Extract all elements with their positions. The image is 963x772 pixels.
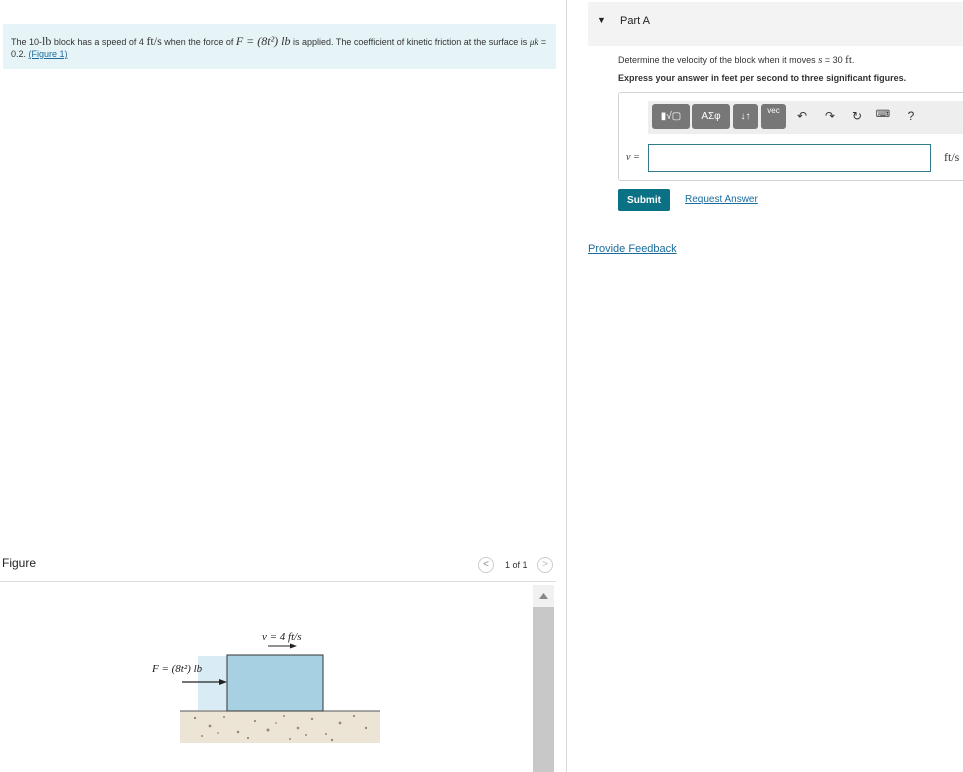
panel-divider bbox=[566, 0, 567, 772]
arrows-button[interactable]: ↓↑ bbox=[733, 104, 758, 129]
velocity-arrowhead bbox=[290, 643, 297, 649]
problem-text: when the force of bbox=[161, 37, 236, 47]
answer-input[interactable] bbox=[648, 144, 931, 172]
velocity-label: v = 4 ft/s bbox=[262, 631, 302, 643]
submit-button[interactable]: Submit bbox=[618, 189, 670, 211]
speed-unit: ft/s bbox=[146, 34, 162, 48]
problem-text: block has a speed of 4 bbox=[51, 37, 147, 47]
block-diagram: v = 4 ft/s F = (8t²) lb bbox=[151, 631, 380, 743]
reset-icon[interactable]: ↻ bbox=[849, 109, 865, 123]
question-text: Determine the velocity of the block when… bbox=[618, 54, 854, 66]
redo-icon[interactable]: ↷ bbox=[822, 109, 838, 123]
chevron-right-icon[interactable]: > bbox=[537, 557, 553, 573]
problem-statement: The 10-lb block has a speed of 4 ft/s wh… bbox=[3, 24, 556, 69]
part-title: Part A bbox=[620, 15, 650, 27]
scroll-up-icon[interactable] bbox=[533, 587, 554, 605]
force-label: F = (8t²) lb bbox=[151, 663, 203, 675]
question-part: Determine the velocity of the block when… bbox=[618, 55, 819, 65]
problem-text: is applied. The coefficient of kinetic f… bbox=[290, 37, 530, 47]
request-answer-link[interactable]: Request Answer bbox=[685, 194, 758, 205]
greek-symbols-button[interactable]: ΑΣφ bbox=[692, 104, 730, 129]
figure-link[interactable]: (Figure 1) bbox=[29, 49, 68, 59]
figure-title: Figure bbox=[2, 556, 37, 570]
answer-variable-label: v = bbox=[626, 152, 640, 163]
figure-divider bbox=[0, 581, 556, 582]
provide-feedback-link[interactable]: Provide Feedback bbox=[588, 243, 677, 255]
answer-instruction: Express your answer in feet per second t… bbox=[618, 73, 907, 83]
answer-units: ft/s bbox=[944, 150, 960, 164]
vector-button[interactable]: vec bbox=[761, 104, 786, 129]
problem-text: The 10- bbox=[11, 37, 43, 47]
help-icon[interactable]: ? bbox=[903, 109, 919, 123]
chevron-left-icon[interactable]: < bbox=[478, 557, 494, 573]
question-part: . bbox=[851, 55, 855, 65]
block bbox=[226, 654, 324, 712]
question-unit: ft bbox=[845, 54, 852, 66]
scrollbar-thumb[interactable] bbox=[533, 607, 554, 772]
templates-button[interactable]: ▮√▢ bbox=[652, 104, 690, 129]
weight-unit: lb bbox=[42, 34, 52, 48]
question-part: = 30 bbox=[822, 55, 846, 65]
figure-counter: 1 of 1 bbox=[505, 560, 528, 570]
keyboard-icon[interactable]: ⌨ bbox=[872, 109, 894, 120]
collapse-triangle-icon[interactable]: ▼ bbox=[597, 15, 606, 25]
undo-icon[interactable]: ↶ bbox=[794, 109, 810, 123]
force-expression: F = (8t²) lb bbox=[235, 34, 291, 48]
